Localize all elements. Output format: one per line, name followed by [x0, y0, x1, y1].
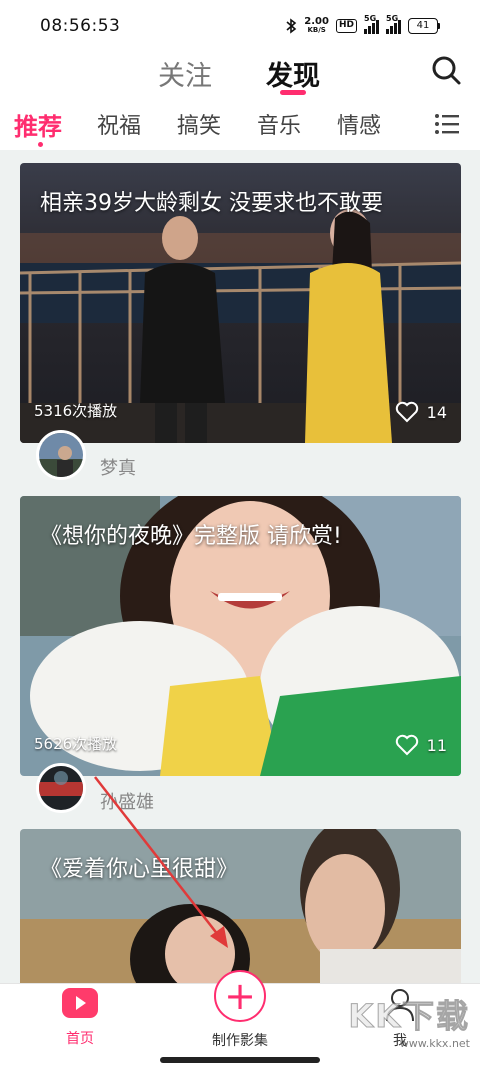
active-tab-indicator	[280, 90, 306, 95]
like-button[interactable]: 14	[395, 401, 447, 423]
like-button[interactable]: 11	[395, 734, 447, 756]
search-icon[interactable]	[430, 54, 462, 86]
bluetooth-icon	[286, 18, 297, 34]
heart-icon	[395, 401, 418, 423]
play-count: 5316次播放	[34, 402, 118, 420]
nav-create-album[interactable]: + 制作影集	[204, 970, 276, 1050]
status-time: 08:56:53	[40, 16, 121, 36]
status-bar: 08:56:53 2.00 KB/S HD 5G 5G 41	[0, 0, 480, 52]
author-name[interactable]: 孙盛雄	[100, 788, 154, 814]
category-recommend[interactable]: 推荐	[14, 107, 62, 142]
author-name[interactable]: 梦真	[100, 454, 136, 480]
top-tabs: 关注 发现	[0, 52, 480, 102]
active-category-dot	[38, 142, 43, 147]
status-icons: 2.00 KB/S HD 5G 5G 41	[285, 14, 440, 35]
hd-badge: HD	[335, 19, 357, 33]
video-card[interactable]: 《爱着你心里很甜》	[20, 829, 461, 989]
signal-icon-2: 5G	[386, 14, 401, 34]
watermark: KK下载 www.kkx.net	[348, 997, 470, 1051]
video-title: 相亲39岁大龄剩女 没要求也不敢要	[40, 191, 383, 216]
tab-follow[interactable]: 关注	[158, 54, 212, 93]
home-indicator[interactable]	[160, 1057, 320, 1063]
home-play-icon	[62, 988, 98, 1018]
video-card[interactable]: 《想你的夜晚》完整版 请欣赏! 5626次播放 11	[20, 496, 461, 776]
avatar[interactable]	[36, 763, 86, 813]
nav-create-label: 制作影集	[212, 1033, 268, 1049]
nav-home[interactable]: 首页	[60, 988, 100, 1048]
video-card[interactable]: 相亲39岁大龄剩女 没要求也不敢要 5316次播放 14	[20, 163, 461, 443]
category-tabs: 推荐 祝福 搞笑 音乐 情感	[0, 102, 480, 150]
category-blessing[interactable]: 祝福	[97, 108, 141, 140]
like-count: 14	[426, 402, 447, 422]
battery-icon: 41	[408, 18, 440, 34]
play-count: 5626次播放	[34, 735, 118, 753]
net-speed: 2.00 KB/S	[304, 16, 329, 35]
video-title: 《想你的夜晚》完整版 请欣赏!	[40, 524, 342, 549]
tab-discover[interactable]: 发现	[266, 54, 320, 93]
heart-icon	[395, 734, 418, 756]
category-funny[interactable]: 搞笑	[177, 108, 221, 140]
avatar[interactable]	[36, 430, 86, 480]
signal-icon-1: 5G	[364, 14, 379, 34]
category-emotion[interactable]: 情感	[337, 108, 381, 140]
nav-home-label: 首页	[66, 1031, 94, 1047]
category-menu-icon[interactable]	[434, 112, 460, 136]
category-music[interactable]: 音乐	[257, 108, 301, 140]
video-title: 《爱着你心里很甜》	[40, 857, 239, 882]
plus-icon: +	[214, 970, 266, 1022]
like-count: 11	[426, 735, 447, 755]
